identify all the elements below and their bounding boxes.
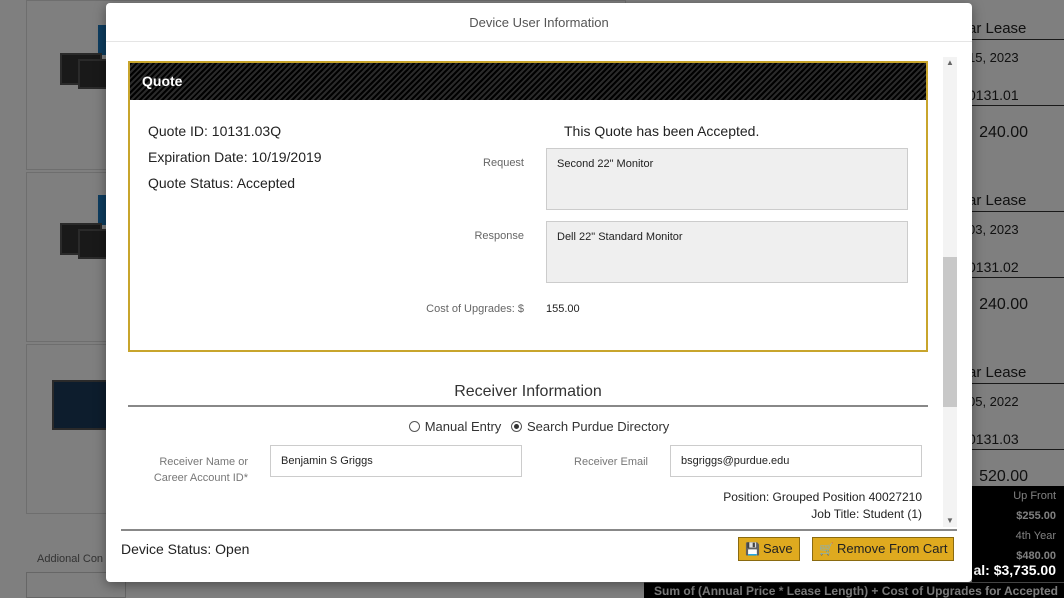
save-button[interactable]: 💾 Save [738, 537, 800, 561]
remove-from-cart-label: Remove From Cart [836, 541, 948, 556]
cost-of-upgrades-label: Cost of Upgrades: $ [426, 303, 524, 315]
scroll-thumb[interactable] [943, 257, 957, 407]
remove-from-cart-button[interactable]: 🛒 Remove From Cart [812, 537, 955, 561]
device-status: Device Status: Open [121, 541, 250, 557]
response-textarea[interactable]: Dell 22" Standard Monitor [546, 221, 908, 283]
footer-divider [121, 529, 957, 531]
modal-title: Device User Information [106, 3, 972, 42]
scroll-down-arrow-icon[interactable]: ▼ [943, 515, 957, 527]
manual-entry-label: Manual Entry [424, 419, 502, 434]
search-directory-radio[interactable]: Search Purdue Directory [510, 419, 670, 434]
cart-remove-icon: 🛒 [819, 542, 834, 556]
save-icon: 💾 [745, 542, 760, 556]
modal-scrollbar[interactable]: ▲ ▼ [943, 57, 957, 527]
receiver-entry-options: Manual Entry Search Purdue Directory [106, 419, 972, 434]
receiver-job-title: Job Title: Student (1) [811, 507, 922, 521]
request-label: Request [483, 157, 524, 169]
receiver-name-input[interactable]: Benjamin S Griggs [270, 445, 522, 477]
scroll-up-arrow-icon[interactable]: ▲ [943, 57, 957, 69]
modal-body: Quote Quote ID: 10131.03Q Expiration Dat… [106, 43, 972, 529]
quote-panel: Quote Quote ID: 10131.03Q Expiration Dat… [128, 61, 928, 352]
quote-status: Quote Status: Accepted [148, 175, 296, 191]
request-textarea[interactable]: Second 22" Monitor [546, 148, 908, 210]
device-user-modal: Device User Information Quote Quote ID: … [106, 3, 972, 582]
receiver-information-title: Receiver Information [128, 383, 928, 407]
quote-accepted-message: This Quote has been Accepted. [564, 123, 760, 139]
search-directory-label: Search Purdue Directory [526, 419, 670, 434]
cart-total: al: $3,735.00 [973, 562, 1056, 578]
quote-id: Quote ID: 10131.03Q [148, 123, 282, 139]
cost-of-upgrades-value: 155.00 [546, 303, 580, 315]
receiver-email-input[interactable]: bsgriggs@purdue.edu [670, 445, 922, 477]
manual-entry-radio[interactable]: Manual Entry [408, 419, 505, 434]
receiver-name-label: Receiver Name or Career Account ID* [153, 456, 248, 484]
radio-checked-icon [510, 421, 522, 432]
response-label: Response [474, 230, 524, 242]
radio-unchecked-icon [408, 421, 420, 432]
receiver-email-label: Receiver Email [574, 456, 648, 468]
quote-expiration: Expiration Date: 10/19/2019 [148, 149, 322, 165]
save-button-label: Save [762, 541, 793, 556]
quote-header: Quote [130, 63, 926, 100]
receiver-position: Position: Grouped Position 40027210 [723, 490, 922, 504]
